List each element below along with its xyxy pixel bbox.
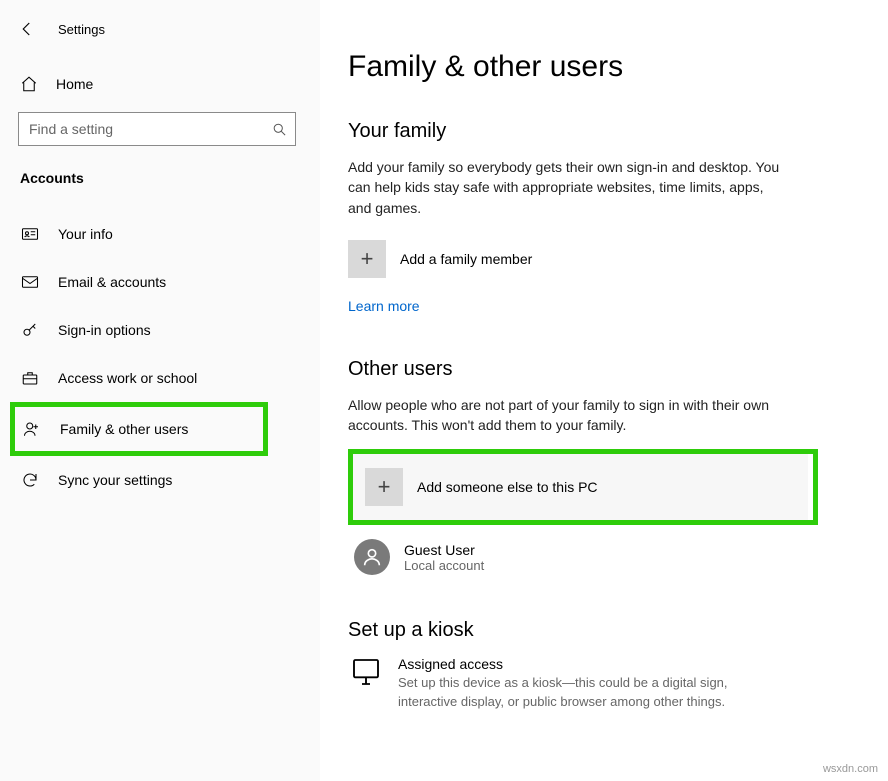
app-title: Settings — [58, 22, 105, 37]
main-content: Family & other users Your family Add you… — [320, 0, 888, 781]
sidebar-item-signin-options[interactable]: Sign-in options — [18, 306, 320, 354]
sync-icon — [20, 471, 40, 489]
sidebar-item-your-info[interactable]: Your info — [18, 210, 320, 258]
family-description: Add your family so everybody gets their … — [348, 157, 788, 218]
highlight-family-users: Family & other users — [10, 402, 268, 456]
kiosk-description: Set up this device as a kiosk—this could… — [398, 674, 778, 710]
guest-user-name: Guest User — [404, 542, 484, 558]
key-icon — [20, 321, 40, 339]
sidebar-item-email-accounts[interactable]: Email & accounts — [18, 258, 320, 306]
avatar-icon — [354, 539, 390, 575]
sidebar-item-label: Sign-in options — [58, 322, 151, 338]
kiosk-title: Assigned access — [398, 656, 778, 672]
sidebar-item-label: Family & other users — [60, 421, 188, 437]
search-input[interactable] — [18, 112, 296, 146]
page-title: Family & other users — [348, 50, 860, 84]
highlight-add-someone: + Add someone else to this PC — [348, 449, 818, 525]
kiosk-icon — [350, 656, 382, 688]
plus-icon: + — [365, 468, 403, 506]
add-family-member-button[interactable]: + Add a family member — [348, 240, 860, 278]
add-someone-label: Add someone else to this PC — [417, 479, 598, 495]
sidebar-item-sync[interactable]: Sync your settings — [18, 456, 320, 504]
assigned-access-button[interactable]: Assigned access Set up this device as a … — [348, 656, 860, 710]
mail-icon — [20, 273, 40, 291]
plus-icon: + — [348, 240, 386, 278]
watermark: wsxdn.com — [823, 763, 878, 775]
sidebar-item-label: Sync your settings — [58, 472, 172, 488]
home-nav[interactable]: Home — [18, 70, 320, 98]
family-heading: Your family — [348, 120, 860, 143]
sidebar-item-work-school[interactable]: Access work or school — [18, 354, 320, 402]
person-card-icon — [20, 225, 40, 243]
briefcase-icon — [20, 369, 40, 387]
other-description: Allow people who are not part of your fa… — [348, 395, 788, 436]
sidebar-item-family-users[interactable]: Family & other users — [20, 407, 263, 451]
people-icon — [22, 420, 42, 438]
add-someone-button[interactable]: + Add someone else to this PC — [353, 454, 808, 520]
guest-user-sub: Local account — [404, 558, 484, 573]
other-heading: Other users — [348, 358, 860, 381]
sidebar-item-label: Access work or school — [58, 370, 197, 386]
sidebar-item-label: Your info — [58, 226, 113, 242]
home-icon — [20, 75, 38, 93]
learn-more-link[interactable]: Learn more — [348, 298, 420, 314]
add-family-label: Add a family member — [400, 251, 532, 267]
kiosk-heading: Set up a kiosk — [348, 619, 860, 642]
search-field[interactable] — [29, 121, 272, 137]
sidebar-item-label: Email & accounts — [58, 274, 166, 290]
guest-user-row[interactable]: Guest User Local account — [348, 539, 860, 575]
sidebar: Settings Home Accounts — [0, 0, 320, 781]
back-icon[interactable] — [18, 20, 36, 38]
search-icon — [272, 122, 287, 137]
home-label: Home — [56, 76, 93, 92]
section-title: Accounts — [18, 170, 320, 186]
